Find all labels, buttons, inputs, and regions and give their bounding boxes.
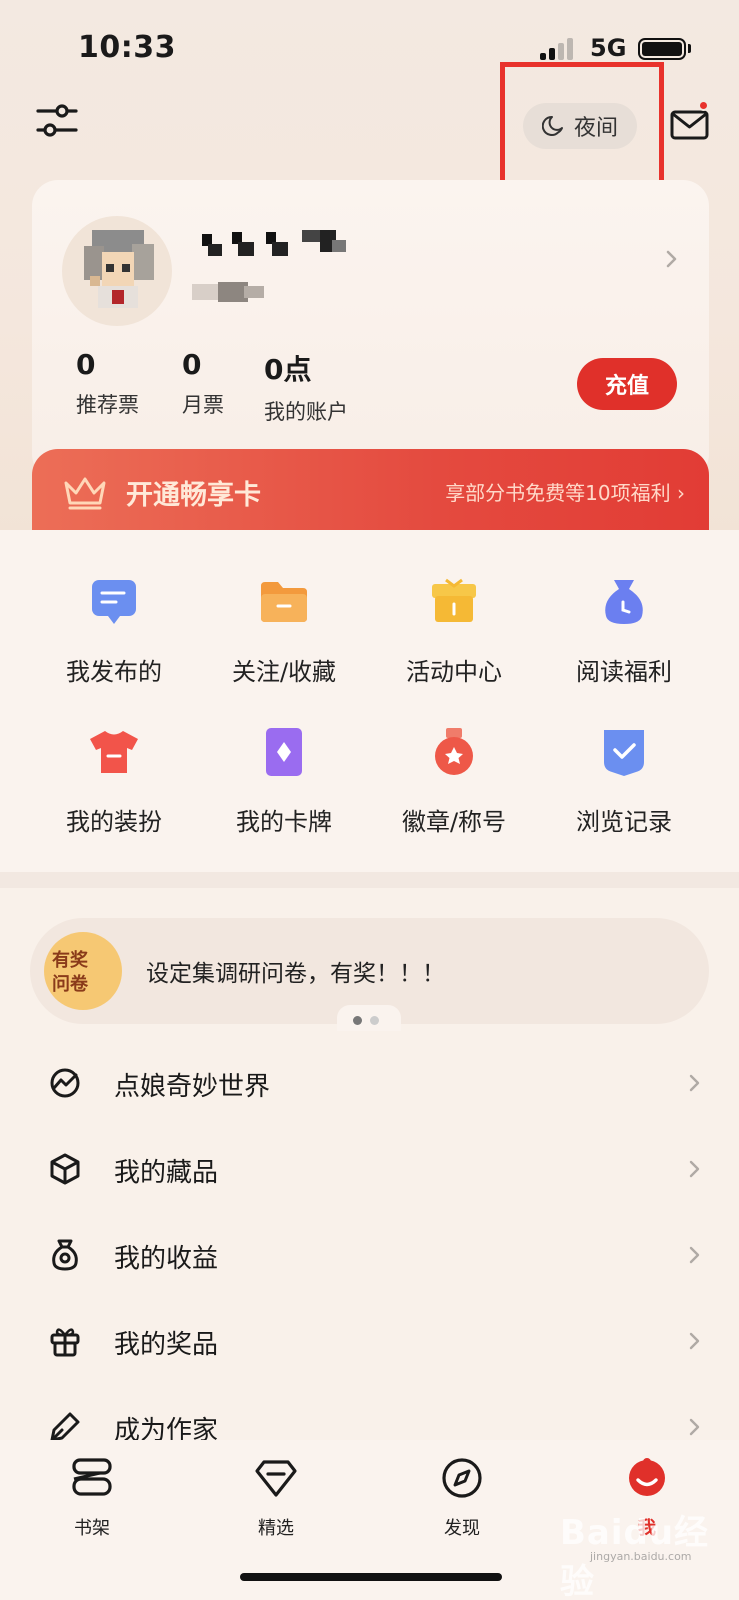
menu-item-label: 我的奖品	[114, 1330, 219, 1360]
grid-item-label: 我的装扮	[66, 808, 162, 836]
battery-tip	[688, 44, 691, 53]
menu-item-label: 我的藏品	[114, 1158, 219, 1188]
pen-icon	[50, 1412, 80, 1442]
stat-value: 0点	[264, 353, 312, 386]
vip-title: 开通畅享卡	[126, 480, 261, 511]
tab-label: 书架	[74, 1518, 110, 1539]
stat-value: 0	[76, 348, 96, 381]
grid-item-label: 活动中心	[406, 658, 502, 686]
grid-item-label: 关注/收藏	[231, 658, 337, 686]
monthly-ticket-stat[interactable]: 0 月票	[182, 348, 224, 419]
watermark-url: jingyan.baidu.com	[590, 1550, 692, 1563]
account-balance-stat[interactable]: 0点 我的账户	[264, 348, 348, 426]
earnings-bag-icon	[52, 1239, 78, 1271]
bookshelf-icon	[72, 1458, 112, 1496]
chevron-right-icon	[689, 1246, 700, 1264]
card-icon	[266, 728, 302, 776]
menu-item-my-collection[interactable]: 我的藏品	[0, 1126, 739, 1212]
carousel-indicator	[337, 1005, 401, 1031]
survey-text: 设定集调研问卷，有奖！！！	[146, 961, 445, 987]
folder-icon	[261, 582, 307, 622]
grid-item-follow-favorites[interactable]: 关注/收藏	[204, 576, 364, 687]
tab-label: 精选	[258, 1518, 294, 1539]
badge-line2: 问卷	[52, 974, 88, 995]
feature-grid: 我发布的 关注/收藏 活动中心 阅读福利 我的装扮 我的卡牌 徽章/称号 浏览记…	[0, 530, 739, 872]
settings-button[interactable]	[36, 103, 78, 139]
prize-gift-icon	[50, 1328, 80, 1357]
profile-card: 0 推荐票 0 月票 0点 我的账户 充值	[32, 180, 709, 480]
avatar[interactable]	[62, 216, 172, 326]
grid-item-activity-center[interactable]: 活动中心	[374, 576, 534, 687]
history-shield-icon	[604, 730, 644, 776]
mail-icon	[670, 110, 709, 140]
stat-label: 我的账户	[264, 400, 348, 424]
vip-description: 享部分书免费等10项福利 ›	[445, 481, 685, 505]
grid-item-label: 徽章/称号	[401, 808, 507, 836]
tab-label: 发现	[444, 1518, 480, 1539]
survey-badge: 有奖 问卷	[44, 932, 122, 1010]
stat-label: 推荐票	[76, 393, 139, 417]
notification-dot	[698, 100, 709, 111]
signal-icon	[540, 38, 574, 60]
diamond-icon	[255, 1460, 297, 1497]
tab-bookshelf[interactable]: 书架	[32, 1456, 152, 1540]
carousel-dot-active	[353, 1016, 362, 1025]
menu-item-my-earnings[interactable]: 我的收益	[0, 1212, 739, 1298]
grid-item-badges-titles[interactable]: 徽章/称号	[374, 726, 534, 837]
grid-item-my-cards[interactable]: 我的卡牌	[204, 726, 364, 837]
chevron-right-icon	[689, 1418, 700, 1436]
badge-line1: 有奖	[52, 950, 88, 971]
menu-item-label: 点娘奇妙世界	[114, 1072, 271, 1102]
medal-icon	[435, 728, 473, 775]
menu-item-dianniang-world[interactable]: 点娘奇妙世界	[0, 1040, 739, 1126]
grid-item-reading-rewards[interactable]: 阅读福利	[544, 576, 704, 687]
grid-item-my-outfits[interactable]: 我的装扮	[34, 726, 194, 837]
chevron-right-icon	[666, 250, 677, 268]
recharge-button[interactable]: 充值	[577, 358, 677, 410]
grid-item-label: 我的卡牌	[236, 808, 332, 836]
network-type: 5G	[590, 34, 627, 62]
crown-icon	[64, 477, 106, 510]
tab-discover[interactable]: 发现	[402, 1456, 522, 1540]
world-icon	[50, 1068, 80, 1098]
section-divider	[0, 872, 739, 888]
grid-item-label: 我发布的	[66, 658, 162, 686]
sliders-icon	[36, 104, 78, 137]
message-icon	[92, 580, 136, 624]
recommend-ticket-stat[interactable]: 0 推荐票	[76, 348, 139, 419]
menu-item-my-prizes[interactable]: 我的奖品	[0, 1298, 739, 1384]
grid-item-label: 浏览记录	[576, 808, 672, 836]
compass-icon	[442, 1458, 482, 1498]
vip-card-banner[interactable]: 开通畅享卡 享部分书免费等10项福利 ›	[32, 449, 709, 539]
grid-item-browse-history[interactable]: 浏览记录	[544, 726, 704, 837]
menu-item-label: 我的收益	[114, 1244, 219, 1274]
battery-icon	[638, 38, 686, 60]
money-bag-icon	[605, 580, 643, 624]
chevron-right-icon	[689, 1332, 700, 1350]
cube-icon	[50, 1153, 80, 1185]
chevron-right-icon	[689, 1160, 700, 1178]
nickname-redacted	[202, 230, 346, 256]
carousel-dot	[370, 1016, 379, 1025]
tshirt-icon	[90, 731, 138, 773]
grid-item-my-posts[interactable]: 我发布的	[34, 576, 194, 687]
messages-button[interactable]	[670, 106, 710, 142]
status-time: 10:33	[78, 30, 176, 65]
home-indicator[interactable]	[240, 1573, 502, 1581]
tab-featured[interactable]: 精选	[216, 1456, 336, 1540]
chevron-right-icon	[689, 1074, 700, 1092]
profile-icon	[629, 1458, 665, 1496]
stat-value: 0	[182, 348, 202, 381]
stat-label: 月票	[182, 393, 224, 417]
grid-item-label: 阅读福利	[576, 658, 672, 686]
user-level-redacted	[192, 282, 264, 302]
gift-box-icon	[432, 578, 476, 622]
